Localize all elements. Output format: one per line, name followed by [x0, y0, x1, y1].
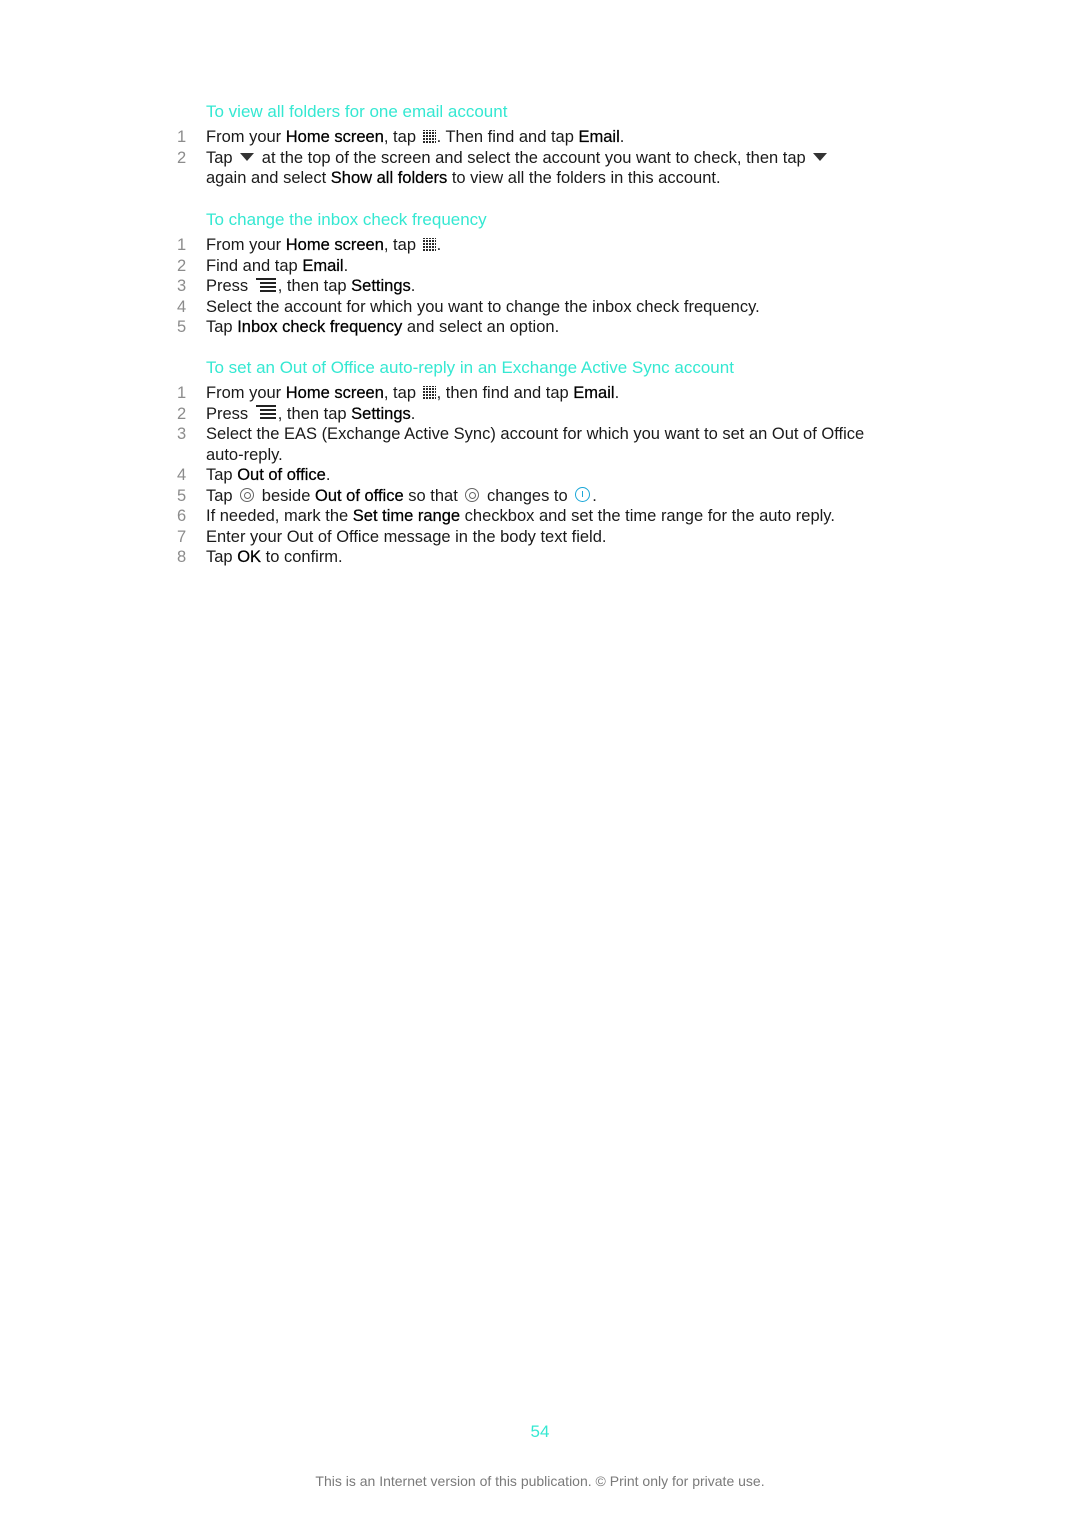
step-number: 6	[177, 507, 187, 525]
step: 2 Tap at the top of the screen and select…	[172, 148, 872, 189]
section-inbox-check-frequency: To change the inbox check frequency 1 Fro…	[172, 209, 872, 338]
section-heading: To view all folders for one email accoun…	[206, 102, 508, 121]
ui-term: Out of office	[237, 466, 326, 484]
ui-term: Settings	[351, 277, 411, 295]
step-number: 2	[177, 256, 187, 275]
step-number: 1	[177, 236, 187, 254]
step-number: 8	[177, 548, 187, 566]
step: 4 Tap Out of office.	[177, 466, 331, 484]
step-number: 2	[177, 148, 187, 167]
step-number: 5	[177, 486, 187, 505]
step: 6 If needed, mark the Set time range chec…	[177, 507, 835, 525]
section-heading: To set an Out of Office auto-reply in an…	[206, 358, 734, 377]
app-grid-icon	[422, 385, 436, 399]
step-number: 1	[177, 128, 187, 146]
ui-term: Email	[302, 256, 344, 275]
step: 1 From your Home screen, tap , then find …	[177, 384, 620, 402]
toggle-off-icon	[465, 487, 480, 502]
step: 4 Select the account for which you want t…	[177, 297, 760, 316]
step-number: 3	[177, 425, 187, 443]
ui-term: Out of office	[314, 486, 404, 505]
ui-term: Home screen	[285, 236, 384, 254]
ui-term: Show all folders	[330, 169, 448, 187]
step: 7 Enter your Out of Office message in the…	[177, 527, 607, 546]
step-number: 2	[177, 404, 187, 423]
step: 3 Select the EAS (Exchange Active Sync) a…	[177, 425, 865, 464]
ui-term: Email	[578, 128, 620, 146]
step: 1 From your Home screen, tap .	[177, 236, 442, 254]
ui-term: OK	[237, 548, 262, 566]
section-heading: To change the inbox check frequency	[206, 210, 487, 229]
ui-term: Email	[573, 384, 615, 402]
step: 8 Tap OK to confirm.	[177, 548, 343, 566]
step: 1 From your Home screen, tap . Then find …	[177, 128, 625, 146]
toggle-on-icon	[575, 487, 591, 503]
step-number: 4	[177, 466, 187, 484]
step: 2 Press , then tap Settings.	[177, 404, 416, 423]
step: 5 Tap beside Out of office so that change…	[177, 486, 597, 505]
dropdown-triangle-icon	[240, 153, 255, 162]
step-number: 7	[177, 527, 187, 546]
step-number: 1	[177, 384, 187, 402]
footer-notice: This is an Internet version of this publ…	[315, 1473, 765, 1489]
step-number: 5	[177, 318, 187, 336]
ui-term: Settings	[351, 404, 411, 423]
ui-term: Inbox check frequency	[237, 318, 403, 336]
ui-term: Set time range	[352, 507, 461, 525]
step-number: 3	[177, 277, 187, 295]
ui-term: Home screen	[285, 128, 384, 146]
page-number: 54	[530, 1422, 550, 1441]
section-view-all-folders: To view all folders for one email accoun…	[172, 101, 872, 189]
menu-icon	[255, 405, 276, 420]
toggle-off-icon	[240, 487, 255, 502]
section-out-of-office: To set an Out of Office auto-reply in an…	[172, 357, 872, 568]
step-number: 4	[177, 297, 187, 316]
app-grid-icon	[422, 237, 436, 251]
menu-icon	[255, 277, 276, 293]
step: 5 Tap Inbox check frequency and select an…	[177, 318, 560, 336]
dropdown-triangle-icon	[813, 153, 828, 162]
step: 3 Press , then tap Settings.	[177, 277, 416, 295]
step: 2 Find and tap Email.	[177, 256, 349, 275]
app-grid-icon	[422, 129, 436, 143]
ui-term: Home screen	[285, 384, 384, 402]
